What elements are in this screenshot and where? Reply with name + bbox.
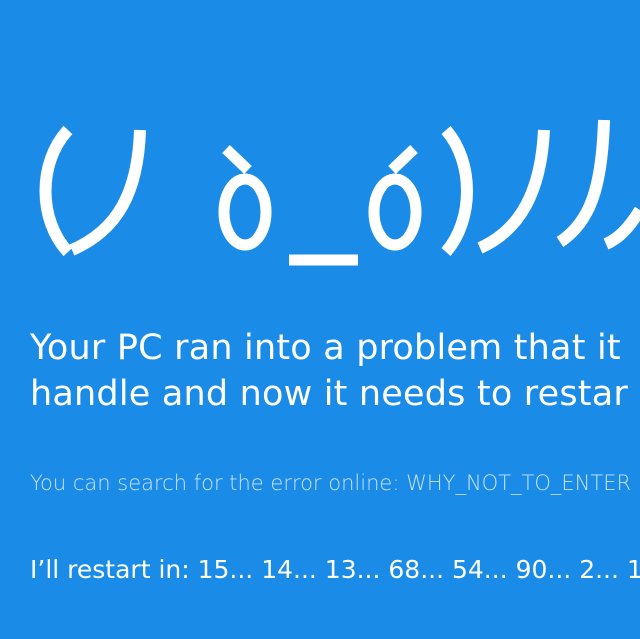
restart-countdown: I’ll restart in: 15... 14... 13... 68...… [30, 555, 640, 584]
sad-face-emoticon [0, 92, 640, 292]
error-message-line-2: handle and now it needs to restar [30, 374, 628, 414]
arm-right-3-glyph [603, 206, 640, 250]
arm-left-glyph [69, 129, 146, 256]
left-paren-glyph [39, 125, 73, 257]
arm-right-2-glyph [556, 119, 610, 247]
error-code-hint: You can search for the error online: WHY… [30, 471, 632, 495]
right-paren-glyph [441, 126, 473, 256]
emoticon-graphic [39, 119, 640, 266]
error-message-line-1: Your PC ran into a problem that it [30, 328, 621, 368]
right-eye-glyph [368, 173, 422, 251]
right-eye-accent-glyph [388, 145, 418, 174]
left-eye-glyph [218, 173, 272, 251]
arm-right-glyph [477, 129, 550, 254]
error-screen: Your PC ran into a problem that it handl… [0, 0, 640, 639]
left-eye-accent-glyph [222, 145, 252, 174]
